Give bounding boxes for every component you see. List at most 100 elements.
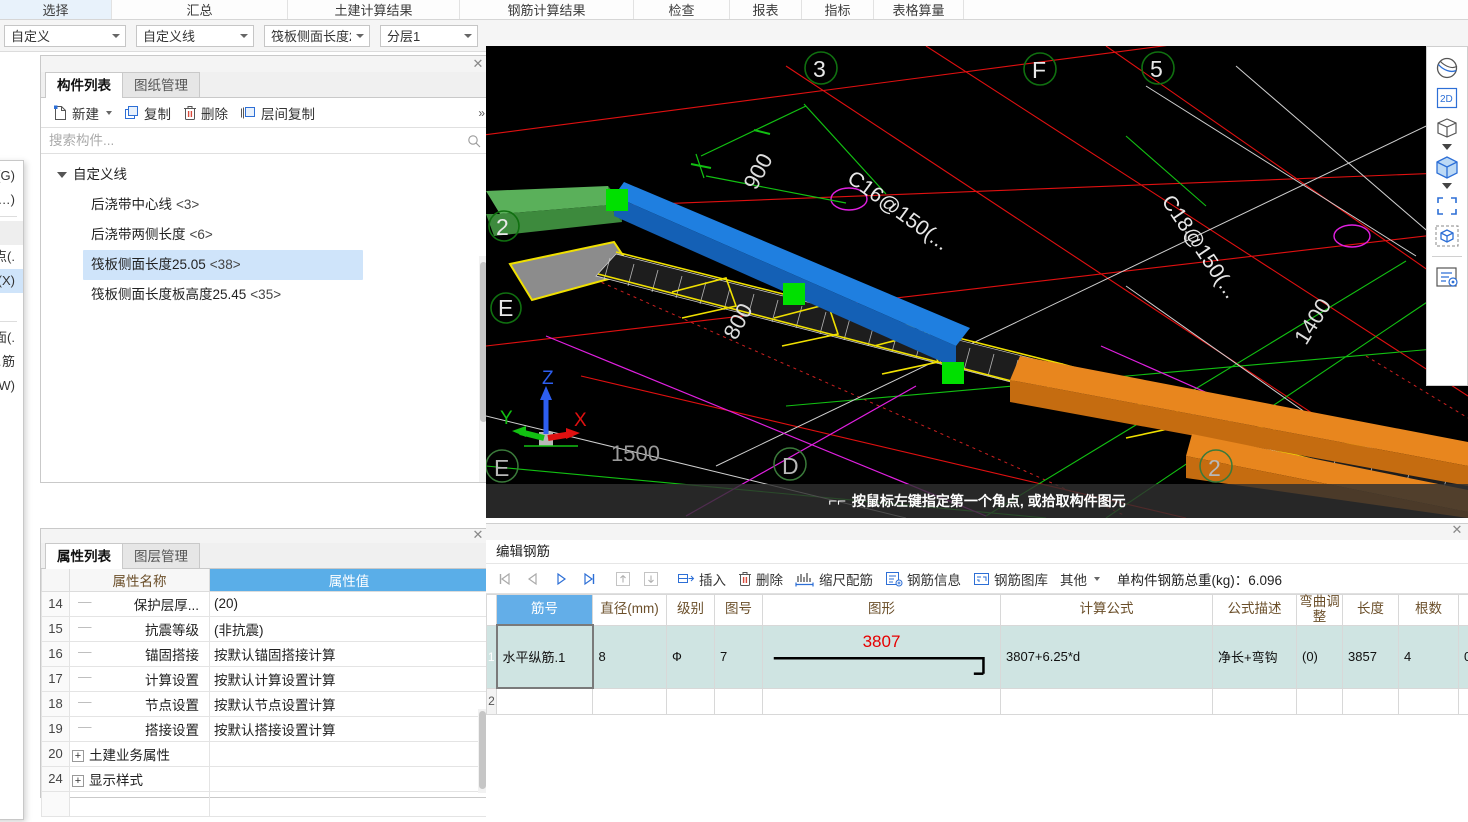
rebar-cell-formula[interactable] bbox=[1000, 687, 1213, 715]
property-row[interactable]: 20 + 土建业务属性 bbox=[41, 740, 489, 767]
rebar-cell-overlap[interactable] bbox=[1458, 687, 1468, 715]
rebar-col-header-diameter[interactable]: 直径(mm) bbox=[592, 594, 667, 626]
rebar-col-header-overlap[interactable] bbox=[1458, 594, 1468, 626]
rebar-library-button[interactable]: 钢筋图库 bbox=[968, 567, 1053, 591]
property-row[interactable]: 17 — 计算设置 按默认计算设置计算 bbox=[41, 665, 489, 692]
rebar-cell-length[interactable] bbox=[1342, 687, 1399, 715]
chevron-down-icon[interactable] bbox=[106, 110, 112, 115]
tree-item-0[interactable]: 后浇带中心线 <3> bbox=[41, 190, 489, 220]
rebar-cell-formula_desc[interactable]: 净长+弯钩 bbox=[1212, 624, 1297, 689]
property-row[interactable]: 18 — 节点设置 按默认节点设置计算 bbox=[41, 690, 489, 717]
rebar-cell-shape_no[interactable]: 7 bbox=[714, 624, 763, 689]
component-combo[interactable]: 筏板侧面长度2! bbox=[264, 24, 370, 47]
category-combo[interactable]: 自定义 bbox=[4, 24, 126, 47]
rebar-col-header-formula_desc[interactable]: 公式描述 bbox=[1212, 594, 1297, 626]
search-input[interactable] bbox=[49, 133, 467, 148]
rebar-cell-shape_no[interactable] bbox=[714, 687, 763, 715]
rebar-cell-count[interactable]: 4 bbox=[1398, 624, 1459, 689]
tab-component-list[interactable]: 构件列表 bbox=[45, 72, 123, 98]
tree-item-3[interactable]: 筏板侧面长度板高度25.45 <35> bbox=[41, 280, 489, 310]
move-down-icon[interactable] bbox=[638, 567, 664, 591]
rebar-col-header-shape[interactable]: 图形 bbox=[762, 594, 1001, 626]
cube-dashed-icon[interactable] bbox=[1430, 221, 1464, 251]
delete-row-button[interactable]: 删除 bbox=[733, 567, 788, 591]
cube-filled-icon[interactable] bbox=[1430, 152, 1464, 182]
last-record-icon[interactable] bbox=[576, 567, 602, 591]
tab-layer-management[interactable]: 图层管理 bbox=[122, 543, 200, 568]
menu-item-1[interactable]: 汇总 bbox=[112, 0, 288, 19]
layer-copy-button[interactable]: 层间复制 bbox=[234, 101, 321, 125]
insert-row-button[interactable]: 插入 bbox=[672, 567, 731, 591]
property-row[interactable]: 16 — 锚固搭接 按默认锚固搭接计算 bbox=[41, 640, 489, 667]
rebar-col-header-count[interactable]: 根数 bbox=[1398, 594, 1459, 626]
context-menu-item-1[interactable]: ……) bbox=[0, 188, 23, 212]
property-row[interactable]: 15 — 抗震等级 (非抗震) bbox=[41, 615, 489, 642]
chevron-down-icon[interactable] bbox=[356, 33, 364, 38]
chevron-down-icon[interactable] bbox=[1442, 144, 1452, 150]
3d-viewport[interactable]: 900 800 1400 1500 C16@150(... C18@150(..… bbox=[486, 46, 1468, 518]
move-up-icon[interactable] bbox=[610, 567, 636, 591]
scale-rebar-button[interactable]: 缩尺配筋 bbox=[790, 567, 878, 591]
rebar-cell-bend_adjust[interactable] bbox=[1296, 687, 1343, 715]
left-context-menu[interactable]: ……(G)……) ……点(.……(X) ……面(.……筋……(W) bbox=[0, 160, 24, 820]
rebar-cell-shape[interactable]: 3807 bbox=[762, 624, 1001, 689]
context-menu-item-3[interactable]: ……点(. bbox=[0, 245, 23, 269]
rebar-cell-shape[interactable] bbox=[762, 687, 1001, 715]
rebar-col-header-bar_no[interactable]: 筋号 bbox=[496, 594, 593, 626]
expand-toolbar-icon[interactable]: » bbox=[478, 106, 485, 120]
tree-root-custom-line[interactable]: 自定义线 bbox=[41, 160, 489, 190]
context-menu-item-0[interactable]: ……(G) bbox=[0, 164, 23, 188]
tab-property-list[interactable]: 属性列表 bbox=[45, 543, 123, 569]
rebar-table-row[interactable]: 1水平纵筋.18Ф7 3807 3807+6.25*d净长+弯钩(0)385740 bbox=[486, 624, 1468, 690]
rebar-cell-formula[interactable]: 3807+6.25*d bbox=[1000, 624, 1213, 689]
chevron-down-icon[interactable] bbox=[464, 33, 472, 38]
rebar-cell-formula_desc[interactable] bbox=[1212, 687, 1297, 715]
chevron-down-icon[interactable] bbox=[1442, 183, 1452, 189]
chevron-down-icon[interactable] bbox=[112, 33, 120, 38]
orbit-icon[interactable] bbox=[1430, 53, 1464, 83]
expand-plus-icon[interactable]: + bbox=[72, 749, 84, 762]
expand-plus-icon[interactable]: + bbox=[72, 774, 84, 787]
property-row-value[interactable] bbox=[209, 765, 489, 792]
2d-view-icon[interactable]: 2D bbox=[1430, 83, 1464, 113]
menu-item-0[interactable]: 选择 bbox=[0, 0, 112, 19]
property-row-value[interactable]: 按默认搭接设置计算 bbox=[209, 715, 489, 742]
rebar-cell-overlap[interactable]: 0 bbox=[1458, 624, 1468, 689]
property-row[interactable]: 24 + 显示样式 bbox=[41, 765, 489, 792]
triangle-down-icon[interactable] bbox=[57, 172, 67, 178]
delete-component-button[interactable]: 删除 bbox=[177, 101, 234, 125]
cube-outline-icon[interactable] bbox=[1430, 113, 1464, 143]
rebar-info-button[interactable]: 钢筋信息 bbox=[880, 567, 966, 591]
property-row[interactable]: 19 — 搭接设置 按默认搭接设置计算 bbox=[41, 715, 489, 742]
rebar-cell-bar_no[interactable]: 水平纵筋.1 bbox=[495, 624, 594, 690]
rebar-cell-diameter[interactable] bbox=[592, 687, 667, 715]
display-settings-icon[interactable] bbox=[1430, 262, 1464, 292]
element-type-combo[interactable]: 自定义线 bbox=[136, 24, 254, 47]
context-menu-item-4[interactable]: ……(X) bbox=[0, 269, 23, 293]
rebar-col-header-formula[interactable]: 计算公式 bbox=[1000, 594, 1213, 626]
context-menu-item-8[interactable]: ……(W) bbox=[0, 374, 23, 398]
tab-drawing-management[interactable]: 图纸管理 bbox=[122, 72, 200, 97]
rebar-col-header-shape_no[interactable]: 图号 bbox=[714, 594, 763, 626]
close-icon[interactable]: ✕ bbox=[1450, 523, 1464, 538]
context-menu-item-6[interactable]: ……面(. bbox=[0, 326, 23, 350]
next-record-icon[interactable] bbox=[548, 567, 574, 591]
search-icon[interactable] bbox=[467, 134, 481, 148]
property-row-value[interactable]: 按默认锚固搭接计算 bbox=[209, 640, 489, 667]
close-icon[interactable]: ✕ bbox=[471, 57, 485, 72]
rebar-cell-count[interactable] bbox=[1398, 687, 1459, 715]
menu-item-2[interactable]: 土建计算结果 bbox=[288, 0, 460, 19]
menu-item-5[interactable]: 报表 bbox=[730, 0, 802, 19]
property-row-value[interactable] bbox=[209, 740, 489, 767]
tree-item-1[interactable]: 后浇带两侧长度 <6> bbox=[41, 220, 489, 250]
copy-component-button[interactable]: 复制 bbox=[118, 101, 177, 125]
rebar-col-header-length[interactable]: 长度 bbox=[1342, 594, 1399, 626]
other-menu-button[interactable]: 其他 bbox=[1055, 567, 1105, 591]
context-menu-item-5[interactable] bbox=[0, 293, 23, 317]
rebar-table-row-empty[interactable]: 2 bbox=[486, 687, 1468, 715]
tree-item-2[interactable]: 筏板侧面长度25.05 <38> bbox=[83, 250, 363, 280]
crop-region-icon[interactable] bbox=[1430, 191, 1464, 221]
property-row-value[interactable]: (非抗震) bbox=[209, 615, 489, 642]
chevron-down-icon[interactable] bbox=[240, 33, 248, 38]
rebar-cell-bend_adjust[interactable]: (0) bbox=[1296, 624, 1343, 689]
